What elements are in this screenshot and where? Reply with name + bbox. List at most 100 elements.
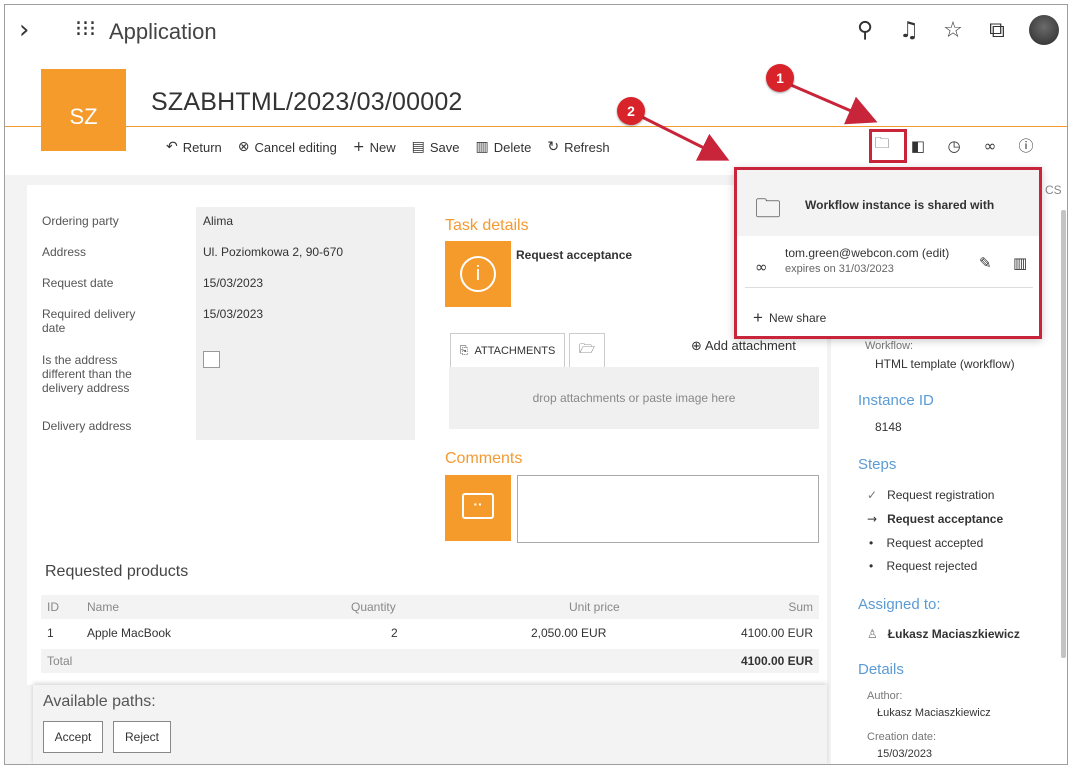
task-name: Request acceptance (516, 248, 633, 262)
bullet-icon: • (869, 536, 874, 550)
app-launcher-icon[interactable]: ⁝⁝⁝ (75, 17, 96, 42)
instance-id-title: Instance ID (858, 392, 934, 409)
attachment-drop-zone[interactable]: drop attachments or paste image here (449, 367, 819, 429)
required-delivery-value[interactable]: 15/03/2023 (203, 307, 263, 321)
task-details-title: Task details (445, 217, 529, 234)
attachments-tab-label: ATTACHMENTS (474, 344, 556, 357)
creation-date-value: 15/03/2023 (877, 748, 933, 760)
link-icon[interactable]: ∞ (979, 137, 1001, 155)
step-item: • Request accepted (869, 536, 983, 550)
row-id: 1 (47, 626, 54, 640)
history-icon[interactable]: ◷ (943, 137, 965, 155)
document-avatar-text: SZ (69, 104, 98, 129)
refresh-button[interactable]: ↻ Refresh (547, 139, 609, 155)
required-delivery-label: Required delivery date (42, 307, 136, 335)
save-button[interactable]: ▤ Save (412, 139, 460, 155)
bullet-icon: • (869, 559, 874, 573)
tab-attachments[interactable]: ⎘ ATTACHMENTS (450, 333, 565, 367)
ordering-party-value[interactable]: Alima (203, 214, 233, 228)
share-icon-highlight (869, 129, 907, 163)
author-value: Łukasz Maciaszkiewicz (877, 707, 991, 719)
user-icon: ♙ (867, 627, 878, 641)
col-name: Name (87, 600, 120, 614)
tab-folder[interactable]: 🗁 (569, 333, 605, 367)
badge-two: 2 (617, 97, 645, 125)
delete-share-icon[interactable]: ▥ (1013, 254, 1027, 272)
share-expiry: expires on 31/03/2023 (785, 263, 894, 275)
plus-icon: + (753, 308, 763, 327)
link-icon: ∞ (755, 258, 768, 276)
step-label: Request acceptance (887, 512, 1004, 526)
header-divider (5, 126, 1067, 127)
user-avatar[interactable] (1029, 15, 1059, 45)
address-value[interactable]: Ul. Poziomkowa 2, 90-670 (203, 245, 343, 259)
request-date-value[interactable]: 15/03/2023 (203, 276, 263, 290)
app-title: Application (109, 19, 217, 44)
return-label: Return (182, 139, 222, 155)
new-share-button[interactable]: + New share (753, 308, 826, 328)
request-date-label: Request date (42, 276, 114, 290)
row-name: Apple MacBook (87, 626, 172, 640)
comment-tile: ·· (445, 475, 511, 541)
add-attachment-label: Add attachment (704, 338, 796, 353)
info-icon[interactable]: ⓘ (1015, 135, 1037, 156)
sidebar-tab-fragment: CS (1045, 183, 1062, 197)
available-paths-panel: Available paths: Accept Reject (33, 685, 827, 764)
details-title: Details (858, 661, 904, 678)
ordering-party-label: Ordering party (42, 214, 119, 228)
creation-date-label: Creation date: (867, 731, 937, 743)
steps-title: Steps (858, 456, 897, 473)
delivery-address-label: Delivery address (42, 419, 132, 433)
table-row[interactable]: 1 Apple MacBook 2 2,050.00 EUR 4100.00 E… (41, 621, 819, 645)
row-unit-price: 2,050.00 EUR (531, 626, 607, 640)
return-button[interactable]: ↶ Return (166, 139, 222, 155)
assigned-user[interactable]: ♙ Łukasz Maciaszkiewicz (867, 627, 1020, 641)
comment-input[interactable] (517, 475, 819, 543)
top-bar: › ⁝⁝⁝ Application ⚲ ♫ ☆ ⧉ (5, 5, 1067, 57)
add-attachment-button[interactable]: ⊕ Add attachment (691, 338, 796, 354)
divider (745, 287, 1033, 288)
star-icon[interactable]: ☆ (941, 18, 965, 43)
document-title: SZABHTML/2023/03/00002 (151, 88, 463, 116)
accept-button[interactable]: Accept (43, 721, 103, 753)
share-popup-title: Workflow instance is shared with (805, 198, 995, 212)
office-icon[interactable]: ◧ (907, 137, 929, 155)
different-address-checkbox[interactable] (203, 351, 220, 368)
step-label: Request registration (887, 488, 995, 502)
shared-folder-icon: 🗀 (755, 194, 782, 224)
step-label: Request rejected (886, 559, 978, 573)
refresh-icon: ↻ (547, 139, 560, 155)
new-button[interactable]: + New (353, 139, 396, 155)
sidebar-scrollbar[interactable] (1061, 210, 1066, 658)
save-label: Save (429, 139, 460, 155)
assigned-user-name: Łukasz Maciaszkiewicz (887, 627, 1020, 641)
instance-id-value: 8148 (875, 420, 902, 434)
col-quantity: Quantity (351, 600, 396, 614)
delete-button[interactable]: ▥ Delete (476, 139, 532, 155)
step-item-current: → Request acceptance (867, 512, 1003, 526)
action-toolbar: ↶ Return ⊗ Cancel editing + New ▤ Save ▥ Dele… (166, 139, 610, 155)
trash-icon: ▥ (475, 139, 489, 155)
plus-icon: + (352, 139, 365, 155)
cancel-editing-button[interactable]: ⊗ Cancel editing (238, 139, 337, 155)
speech-bubble-icon: ·· (462, 493, 494, 519)
step-item: ✓ Request registration (867, 488, 994, 502)
step-label: Request accepted (886, 536, 984, 550)
requested-products-title: Requested products (45, 563, 189, 580)
bell-icon[interactable]: ♫ (897, 18, 921, 43)
assigned-to-title: Assigned to: (858, 596, 941, 613)
paperclip-icon: ⎘ (459, 343, 469, 357)
edit-pencil-icon[interactable]: ✎ (979, 254, 992, 272)
app-window: › ⁝⁝⁝ Application ⚲ ♫ ☆ ⧉ SZ SZABHTML/20… (4, 4, 1068, 765)
check-icon: ✓ (867, 488, 878, 502)
expand-menu-icon[interactable]: › (19, 15, 29, 45)
add-circle-icon: ⊕ (691, 339, 702, 354)
workflow-label: Workflow: (865, 340, 914, 352)
search-icon[interactable]: ⚲ (853, 18, 877, 43)
table-total-row: Total 4100.00 EUR (41, 649, 819, 673)
col-id: ID (47, 600, 59, 614)
arrow-right-icon: → (867, 512, 878, 526)
reject-button[interactable]: Reject (113, 721, 171, 753)
return-icon: ↶ (166, 139, 178, 155)
panel-toggle-icon[interactable]: ⧉ (985, 18, 1009, 43)
